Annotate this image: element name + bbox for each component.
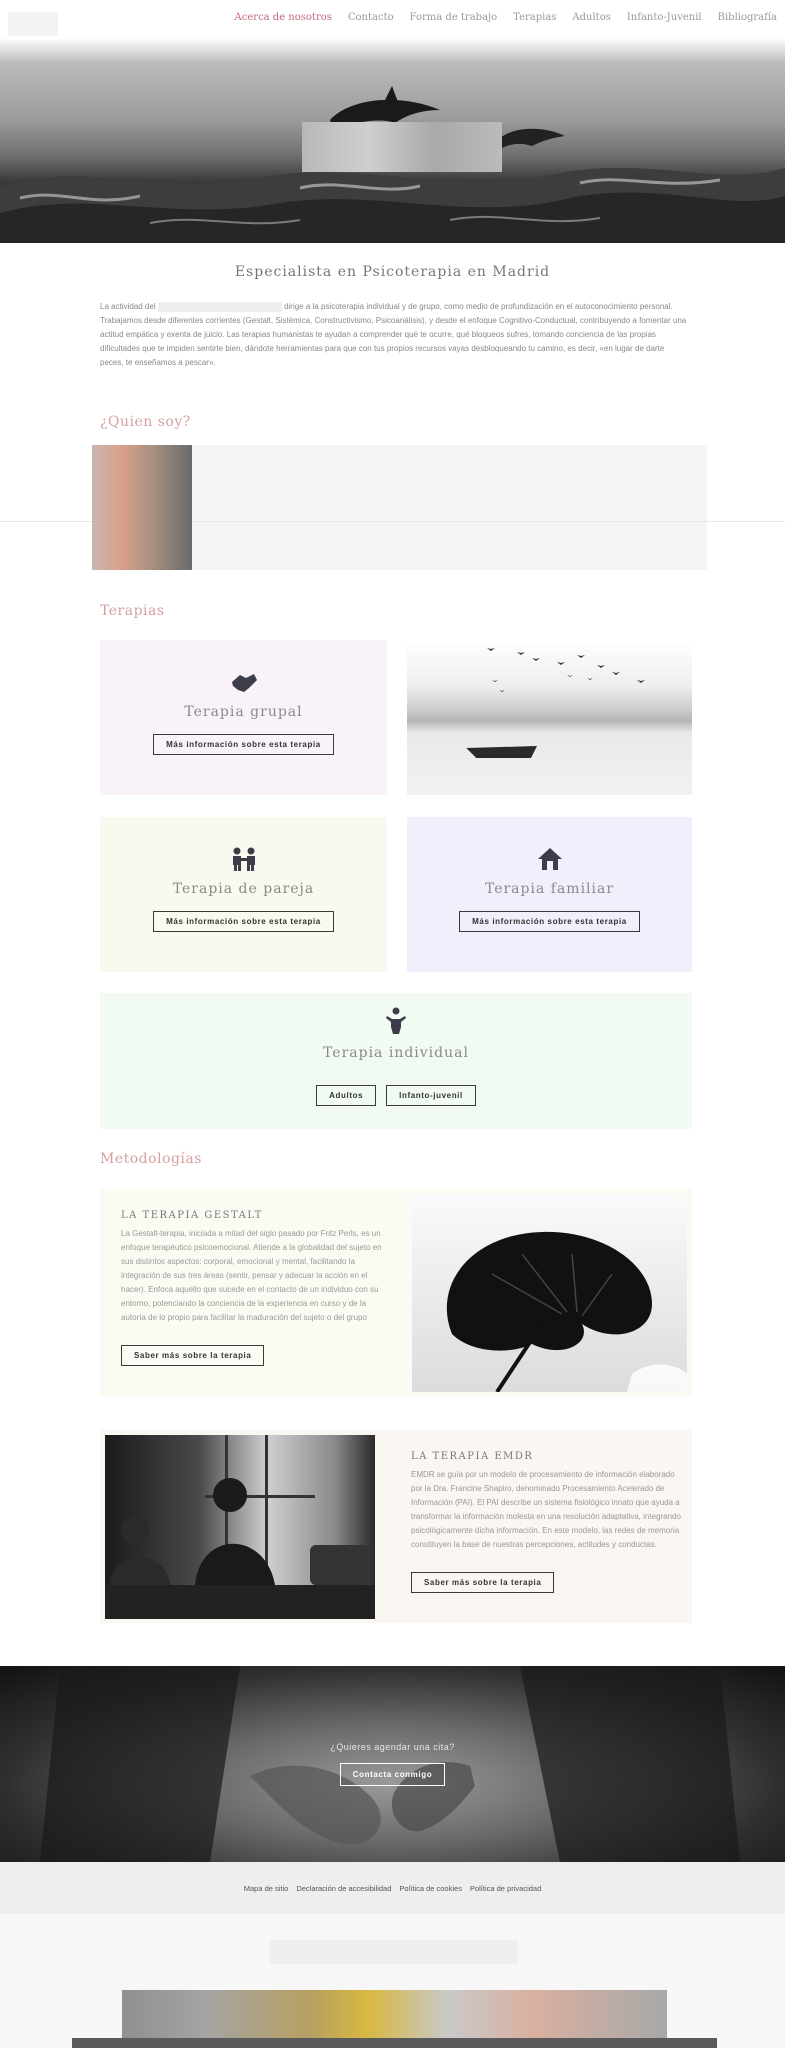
menu-item-bibliografia[interactable]: Bibliografía xyxy=(718,12,777,23)
therapy-scene-illustration xyxy=(105,1435,375,1619)
menu-item-terapias[interactable]: Terapias xyxy=(513,12,556,23)
terapia-grupal-button[interactable]: Más información sobre esta terapia xyxy=(153,734,334,755)
footer-links: Mapa de sitio Declaración de accesibilid… xyxy=(0,1862,785,1914)
individual-buttons: Adultos Infanto-juvenil xyxy=(316,1085,476,1106)
footer-link-privacidad[interactable]: Política de privacidad xyxy=(470,1884,541,1893)
couple-icon xyxy=(232,847,255,871)
footer-bottom-bar xyxy=(72,2038,717,2048)
cta-section: ¿Quieres agendar una cita? Contacta conm… xyxy=(0,1666,785,1862)
menu-item-adultos[interactable]: Adultos xyxy=(572,12,610,23)
footer-link-cookies[interactable]: Política de cookies xyxy=(399,1884,462,1893)
card-terapia-individual: Terapia individual Adultos Infanto-juven… xyxy=(100,993,692,1129)
terapias-title: Terapias xyxy=(100,603,165,619)
person-icon xyxy=(386,1007,406,1034)
intro-paragraph-start: La actividad del xyxy=(100,302,158,311)
logo[interactable] xyxy=(8,12,58,36)
intro-title: Especialista en Psicoterapia en Madrid xyxy=(234,264,551,280)
infanto-juvenil-button[interactable]: Infanto-juvenil xyxy=(386,1085,476,1106)
gestalt-body: La Gestalt-terapia, iniciada a mitad del… xyxy=(121,1229,382,1322)
emdr-body: EMDR se guía por un modelo de procesamie… xyxy=(411,1470,681,1549)
hero-blurred-text xyxy=(302,122,502,172)
card-terapia-grupal: Terapia grupal Más información sobre est… xyxy=(100,640,387,795)
card-terapia-pareja: Terapia de pareja Más información sobre … xyxy=(100,817,387,972)
boat-birds-illustration xyxy=(466,648,645,759)
house-icon xyxy=(537,848,562,870)
monstera-leaf-image xyxy=(412,1194,687,1392)
emdr-text: LA TERAPIA EMDR EMDR se guía por un mode… xyxy=(411,1451,681,1593)
terapia-pareja-button[interactable]: Más información sobre esta terapia xyxy=(153,911,334,932)
handshake-icon xyxy=(231,674,257,692)
terapia-grupal-title: Terapia grupal xyxy=(184,704,303,720)
emdr-button[interactable]: Saber más sobre la terapia xyxy=(411,1572,555,1593)
intro-redacted-name xyxy=(157,301,282,312)
menu-item-infanto[interactable]: Infanto-Juvenil xyxy=(627,12,702,23)
gestalt-text: LA TERAPIA GESTALT La Gestalt-terapia, i… xyxy=(121,1210,383,1366)
terapia-pareja-title: Terapia de pareja xyxy=(172,881,315,897)
gestalt-button[interactable]: Saber más sobre la terapia xyxy=(121,1345,265,1366)
footer-bottom xyxy=(0,1914,785,2048)
adultos-button[interactable]: Adultos xyxy=(316,1085,377,1106)
profile-photo-blurred xyxy=(92,445,192,570)
therapy-session-image xyxy=(105,1435,375,1619)
menu-item-acerca[interactable]: Acerca de nosotros xyxy=(235,12,332,23)
card-terapia-familiar: Terapia familiar Más información sobre e… xyxy=(407,817,692,972)
footer-link-accesibilidad[interactable]: Declaración de accesibilidad xyxy=(296,1884,391,1893)
footer-link-mapa[interactable]: Mapa de sitio xyxy=(244,1884,289,1893)
gestalt-heading: LA TERAPIA GESTALT xyxy=(121,1210,263,1221)
metodologias-title: Metodologías xyxy=(100,1151,202,1167)
menu-item-contacto[interactable]: Contacto xyxy=(348,12,394,23)
footer-blurred-text xyxy=(270,1940,518,1964)
terapia-familiar-title: Terapia familiar xyxy=(484,881,615,897)
contacta-conmigo-button[interactable]: Contacta conmigo xyxy=(339,1763,446,1786)
emdr-heading: LA TERAPIA EMDR xyxy=(411,1451,534,1462)
menu-item-forma-trabajo[interactable]: Forma de trabajo xyxy=(410,12,498,23)
terapia-individual-title: Terapia individual xyxy=(323,1045,469,1061)
boat-lake-image xyxy=(407,640,692,795)
cta-button-wrap: Contacta conmigo xyxy=(0,1763,785,1786)
intro-paragraph: La actividad del dirige a la psicoterapi… xyxy=(100,300,690,370)
hero-banner xyxy=(0,38,785,243)
top-nav: Acerca de nosotros Contacto Forma de tra… xyxy=(0,0,785,38)
leaf-illustration xyxy=(446,1231,687,1392)
quien-soy-title: ¿Quien soy? xyxy=(100,414,191,430)
terapia-familiar-button[interactable]: Más información sobre esta terapia xyxy=(459,911,640,932)
main-menu: Acerca de nosotros Contacto Forma de tra… xyxy=(235,12,777,23)
footer-blurred-logos xyxy=(122,1990,667,2038)
cta-question: ¿Quieres agendar una cita? xyxy=(330,1742,455,1752)
